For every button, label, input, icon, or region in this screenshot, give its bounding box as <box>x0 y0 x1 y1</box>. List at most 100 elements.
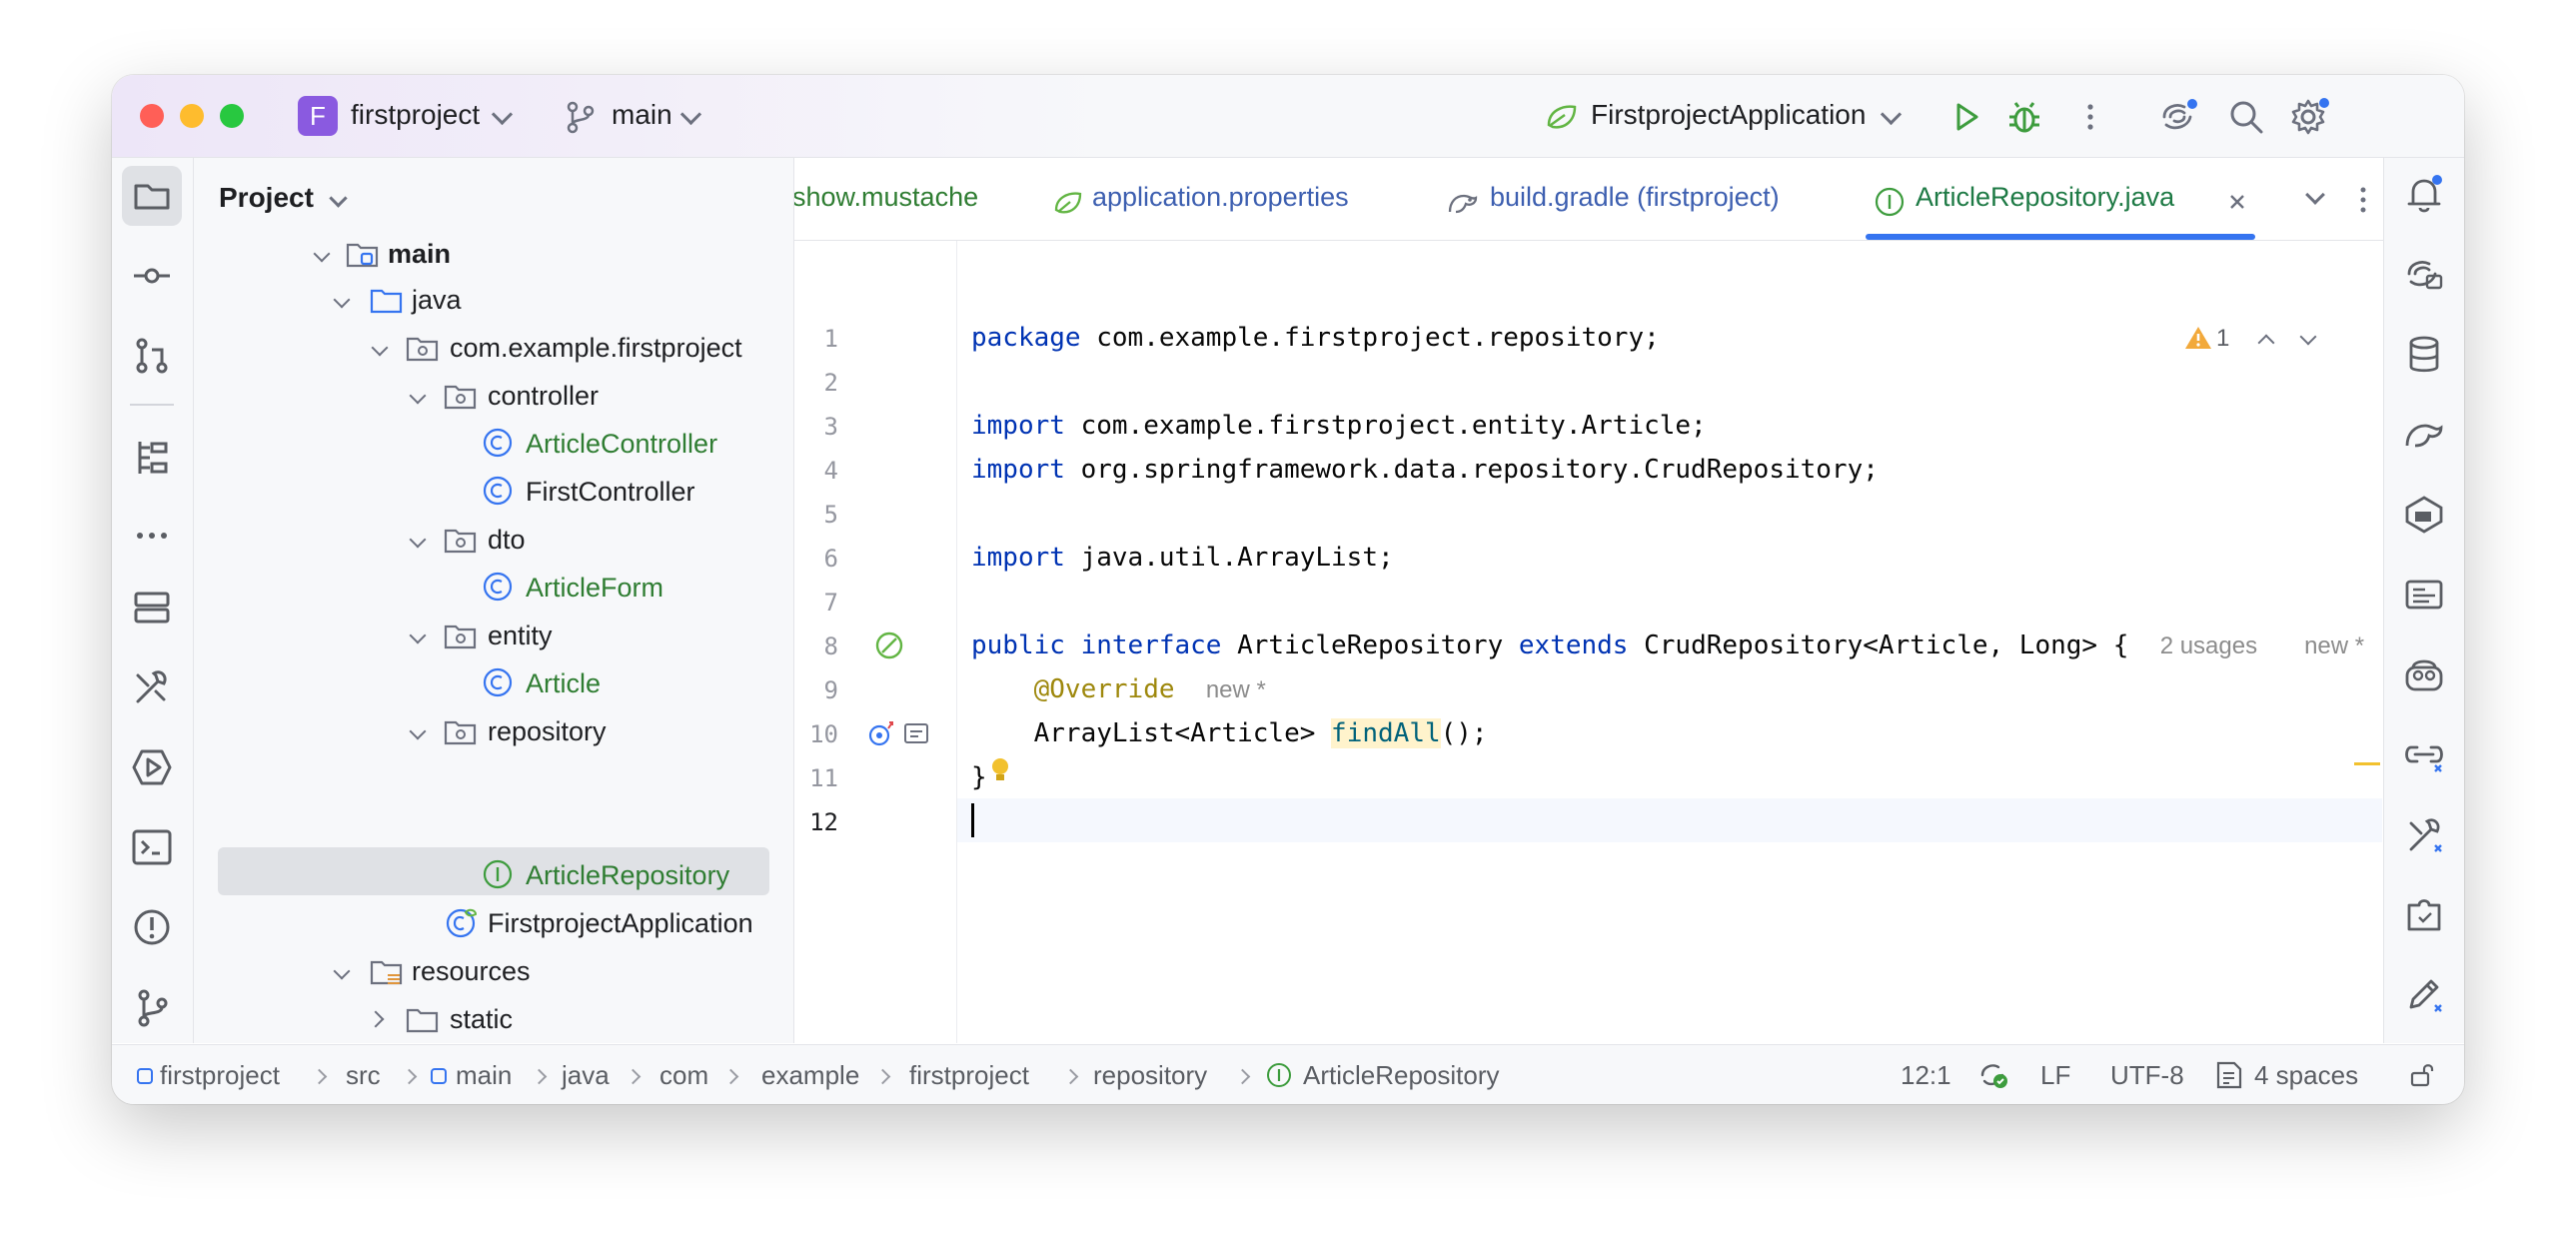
terminal-icon[interactable] <box>128 823 176 871</box>
close-window-button[interactable] <box>140 104 164 128</box>
problems-icon[interactable] <box>128 903 176 951</box>
warning-count[interactable]: 1 <box>2216 325 2229 353</box>
breadcrumb-item[interactable]: com <box>659 1060 708 1091</box>
copilot-icon[interactable] <box>2401 651 2447 697</box>
edit-pencil-icon[interactable] <box>2401 971 2447 1017</box>
tree-item[interactable]: FirstController <box>526 470 695 514</box>
more-vertical-icon[interactable] <box>2343 178 2383 222</box>
services-icon[interactable] <box>128 584 176 631</box>
build-tools-icon[interactable] <box>2401 811 2447 857</box>
code-text: ArrayList<Article> <box>1033 718 1332 748</box>
tree-item[interactable]: main <box>388 232 451 276</box>
lightbulb-intention-icon[interactable] <box>987 754 1013 788</box>
breadcrumb-separator-icon <box>401 1068 418 1085</box>
collapse-chevron-icon[interactable] <box>333 291 351 309</box>
spring-data-repository-gutter-icon[interactable] <box>872 628 906 662</box>
annotation: @Override <box>1033 674 1175 704</box>
database-icon[interactable] <box>2401 332 2447 378</box>
expand-chevron-icon[interactable] <box>367 1010 385 1028</box>
pull-requests-icon[interactable] <box>128 332 176 380</box>
code-text: CrudRepository<Article, Long> { <box>1628 630 2129 660</box>
tree-item[interactable]: static <box>450 997 513 1041</box>
breadcrumb-item[interactable]: firstproject <box>909 1060 1029 1091</box>
tree-item[interactable]: java <box>412 278 462 322</box>
tree-item[interactable]: repository <box>488 709 607 753</box>
breadcrumb-item[interactable]: ArticleRepository <box>1303 1060 1500 1091</box>
run-icon[interactable] <box>1944 95 1988 139</box>
previous-highlight-chevron-icon[interactable] <box>2257 334 2275 352</box>
next-highlight-chevron-icon[interactable] <box>2299 328 2317 346</box>
tab-list-chevron-icon[interactable] <box>2305 185 2325 205</box>
collapse-chevron-icon[interactable] <box>371 339 389 357</box>
breadcrumb-item[interactable]: main <box>456 1060 512 1091</box>
scrollbar-warning-mark[interactable] <box>2354 762 2380 765</box>
breadcrumb-item[interactable]: java <box>562 1060 610 1091</box>
author-inlay-hint[interactable]: new * <box>2304 632 2364 659</box>
usages-inlay-hint[interactable]: 2 usages <box>2160 632 2257 659</box>
breadcrumb-item[interactable]: src <box>346 1060 381 1091</box>
chevron-down-icon[interactable] <box>329 189 348 208</box>
endpoints-icon[interactable] <box>2401 572 2447 618</box>
ai-status-icon[interactable] <box>1976 1059 2010 1091</box>
indent-setting[interactable]: 4 spaces <box>2254 1060 2358 1091</box>
more-tools-icon[interactable] <box>128 512 176 560</box>
tree-item[interactable]: controller <box>488 374 599 418</box>
settings-gear-icon[interactable] <box>2286 95 2330 139</box>
project-panel-title[interactable]: Project <box>219 182 314 214</box>
file-encoding[interactable]: UTF-8 <box>2110 1060 2184 1091</box>
tree-item[interactable]: com.example.firstproject <box>450 326 742 370</box>
search-icon[interactable] <box>2224 95 2268 139</box>
git-icon[interactable] <box>128 983 176 1031</box>
tree-item[interactable]: ArticleController <box>526 422 717 466</box>
notifications-bell-icon[interactable] <box>2401 172 2447 218</box>
structure-icon[interactable] <box>128 434 176 482</box>
tree-item[interactable]: ArticleForm <box>526 566 663 610</box>
code-editor[interactable]: package com.example.firstproject.reposit… <box>957 241 2382 1043</box>
tree-item[interactable]: entity <box>488 614 553 657</box>
breadcrumb-item[interactable]: repository <box>1093 1060 1207 1091</box>
jump-to-source-gutter-icon[interactable] <box>902 720 930 746</box>
collapse-chevron-icon[interactable] <box>409 531 427 549</box>
tab-show-mustache[interactable]: show.mustache <box>794 182 978 213</box>
overrides-method-gutter-icon[interactable] <box>866 718 896 748</box>
build-tools-icon[interactable] <box>128 663 176 711</box>
tree-item[interactable]: FirstprojectApplication <box>488 901 753 945</box>
breadcrumb-item[interactable]: example <box>761 1060 859 1091</box>
close-tab-icon[interactable] <box>2225 190 2249 214</box>
line-separator[interactable]: LF <box>2040 1060 2070 1091</box>
more-vertical-icon[interactable] <box>2068 95 2112 139</box>
tab-build-gradle[interactable]: build.gradle (firstproject) <box>1490 182 1780 213</box>
dependencies-icon[interactable] <box>2401 492 2447 538</box>
run-tool-icon[interactable] <box>128 743 176 791</box>
code-line-8: public interface ArticleRepository exten… <box>971 630 2364 660</box>
indent-settings-icon[interactable] <box>2214 1059 2244 1091</box>
tree-item[interactable]: dto <box>488 518 526 562</box>
plugin-settings-icon[interactable] <box>2401 891 2447 937</box>
unlock-icon[interactable] <box>2408 1061 2436 1089</box>
commit-icon[interactable] <box>128 252 176 300</box>
breadcrumb-item[interactable]: firstproject <box>160 1060 280 1091</box>
gradle-tool-icon[interactable] <box>2401 412 2447 458</box>
collapse-chevron-icon[interactable] <box>333 962 351 980</box>
tree-item-selected[interactable]: ArticleRepository <box>526 853 729 897</box>
ai-chat-icon[interactable] <box>2401 252 2447 298</box>
tree-item[interactable]: resources <box>412 949 531 993</box>
caret-position[interactable]: 12:1 <box>1901 1060 1951 1091</box>
collapse-chevron-icon[interactable] <box>313 245 331 263</box>
collapse-chevron-icon[interactable] <box>409 722 427 740</box>
minimize-window-button[interactable] <box>180 104 204 128</box>
http-client-icon[interactable] <box>2401 731 2447 777</box>
tab-article-repository-java-active[interactable]: ArticleRepository.java <box>1916 182 2174 213</box>
tree-item[interactable]: Article <box>526 661 601 705</box>
collapse-chevron-icon[interactable] <box>409 626 427 644</box>
zoom-window-button[interactable] <box>220 104 244 128</box>
author-inlay-hint[interactable]: new * <box>1206 676 1266 703</box>
project-folder-icon[interactable] <box>128 172 176 220</box>
tab-application-properties[interactable]: application.properties <box>1092 182 1349 213</box>
debug-icon[interactable] <box>2002 95 2046 139</box>
ai-assistant-icon[interactable] <box>2156 95 2200 139</box>
collapse-chevron-icon[interactable] <box>409 387 427 405</box>
keyword: extends <box>1518 630 1629 660</box>
gradle-icon <box>1448 194 1478 214</box>
warning-icon[interactable] <box>2184 325 2212 351</box>
